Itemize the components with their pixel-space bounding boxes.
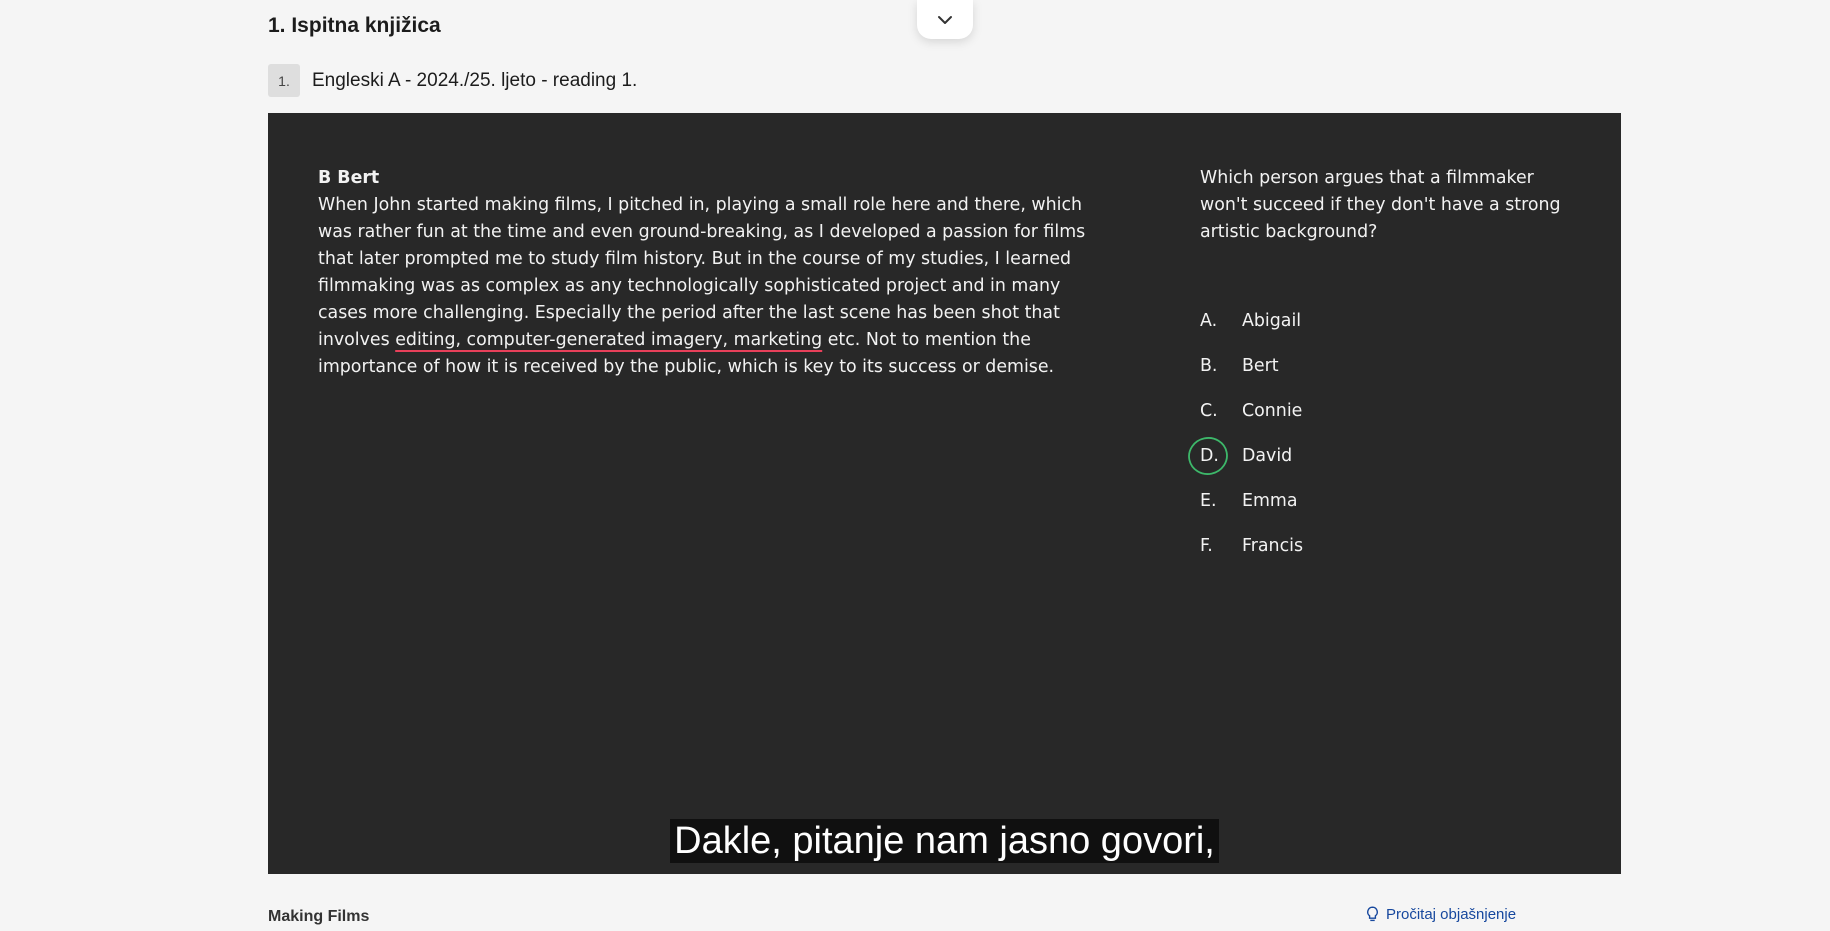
passage-title: Making Films	[268, 908, 370, 925]
option-label: David	[1242, 445, 1293, 466]
reading-passage: B Bert When John started making films, I…	[318, 165, 1108, 381]
option-b[interactable]: B. Bert	[1200, 343, 1560, 388]
video-player[interactable]: B Bert When John started making films, I…	[268, 113, 1621, 874]
option-d[interactable]: D. David	[1188, 433, 1560, 478]
option-a[interactable]: A. Abigail	[1200, 298, 1560, 343]
lightbulb-icon	[1367, 906, 1378, 922]
option-letter: E.	[1200, 490, 1217, 511]
option-label: Abigail	[1242, 310, 1302, 331]
option-e[interactable]: E. Emma	[1200, 478, 1560, 523]
option-letter: F.	[1200, 535, 1213, 556]
item-row[interactable]: 1. Engleski A - 2024./25. ljeto - readin…	[268, 64, 637, 97]
option-label: Emma	[1242, 490, 1298, 511]
passage-heading: B Bert	[318, 168, 380, 188]
option-c[interactable]: C. Connie	[1200, 388, 1560, 433]
option-label: Francis	[1242, 535, 1304, 556]
option-label: Bert	[1242, 355, 1279, 376]
explain-link-label: Pročitaj objašnjenje	[1386, 906, 1517, 923]
answer-options: A. Abigail B. Bert C. Connie D. David E.…	[1188, 298, 1560, 568]
passage-text-start: When John started making films, I pitche…	[318, 195, 1086, 350]
question-text: Which person argues that a filmmaker won…	[1200, 168, 1561, 242]
item-title: Engleski A - 2024./25. ljeto - reading 1…	[312, 69, 638, 91]
highlighted-phrase: editing, computer-generated imagery, mar…	[395, 330, 823, 350]
option-letter: C.	[1200, 400, 1218, 421]
collapse-button[interactable]	[917, 0, 973, 39]
option-label: Connie	[1242, 400, 1303, 421]
option-letter: B.	[1200, 355, 1218, 376]
video-subtitle: Dakle, pitanje nam jasno govori,	[268, 818, 1621, 864]
passage-text: When John started making films, I pitche…	[318, 192, 1108, 381]
section-title: 1. Ispitna knjižica	[268, 14, 441, 37]
option-letter: A.	[1200, 310, 1218, 331]
option-f[interactable]: F. Francis	[1200, 523, 1560, 568]
read-explanation-link[interactable]: Pročitaj objašnjenje	[1366, 906, 1516, 923]
item-number-badge: 1.	[268, 64, 300, 97]
circle-annotation	[1188, 437, 1228, 475]
chevron-down-icon	[938, 15, 952, 24]
subtitle-text: Dakle, pitanje nam jasno govori,	[670, 819, 1219, 863]
